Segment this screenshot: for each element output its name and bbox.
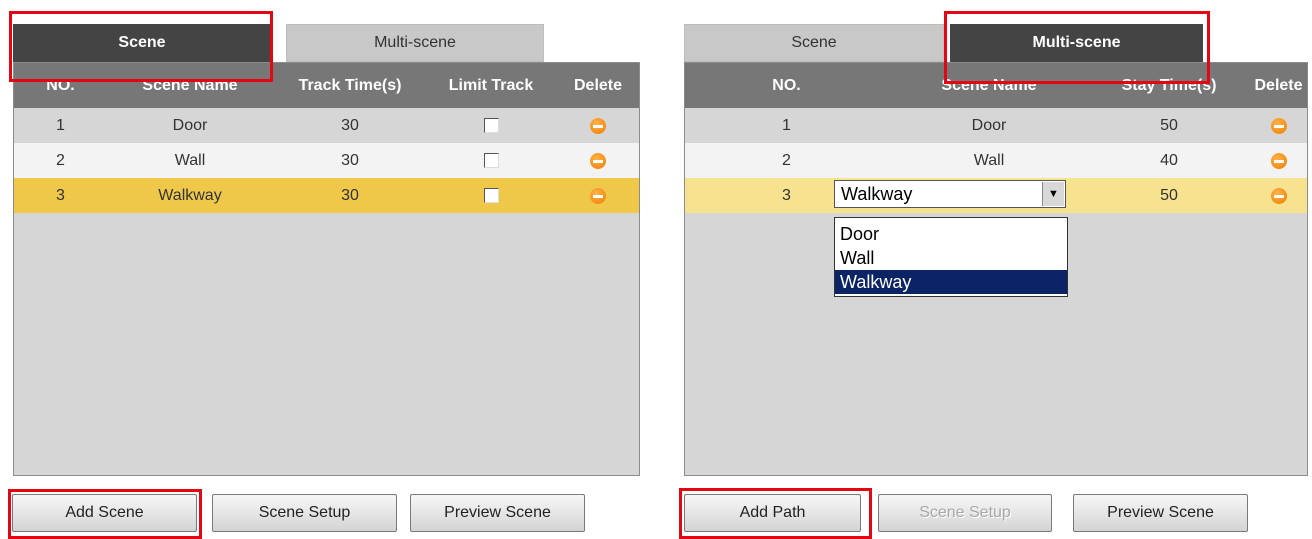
limit-track-cell [427,143,555,178]
row-stay-time: 40 [1160,151,1178,169]
delete-icon[interactable] [1270,187,1287,204]
tab-multi-scene[interactable]: Multi-scene [286,24,544,62]
col-scene-name: Scene Name [941,76,1037,94]
limit-track-cell [427,108,555,143]
tab-scene[interactable]: Scene [684,24,944,62]
add-scene-button[interactable]: Add Scene [12,494,197,532]
table-row[interactable]: 2 Wall 30 [14,143,639,178]
delete-cell [1248,143,1309,178]
table-row[interactable]: 2 Wall 40 [685,143,1307,178]
col-stay-time: Stay Time(s) [1121,76,1217,94]
dropdown-option-door[interactable]: Door [835,222,1067,246]
col-limit-track: Limit Track [448,76,534,94]
col-scene-name: Scene Name [142,76,238,94]
scene-name-select[interactable]: Walkway ▼ [834,180,1066,208]
table-row-selected[interactable]: 3 Walkway 30 [14,178,639,213]
row-no: 2 [782,151,791,169]
scene-setup-button: Scene Setup [878,494,1052,532]
tab-scene[interactable]: Scene [13,24,271,62]
delete-icon[interactable] [1270,117,1287,134]
delete-icon[interactable] [590,117,606,134]
col-no: NO. [46,76,75,94]
dropdown-arrow-icon[interactable]: ▼ [1042,182,1064,206]
row-track-time: 30 [341,186,359,204]
dropdown-option-wall[interactable]: Wall [835,246,1067,270]
limit-track-checkbox[interactable] [483,188,499,203]
delete-cell [1248,178,1309,213]
row-no: 3 [56,186,65,204]
row-scene-name: Door [172,116,208,134]
row-scene-name: Wall [174,151,206,169]
limit-track-cell [427,178,555,213]
row-scene-name: Walkway [158,186,222,204]
delete-cell [555,143,641,178]
row-track-time: 30 [341,116,359,134]
scene-name-select-value: Walkway [841,184,913,204]
delete-cell [1248,108,1309,143]
scene-table: NO. Scene Name Track Time(s) Limit Track… [13,62,640,476]
delete-cell [555,108,641,143]
delete-icon[interactable] [590,152,606,169]
table-row[interactable]: 1 Door 50 [685,108,1307,143]
table-header: NO. Scene Name Track Time(s) Limit Track… [14,63,639,108]
scene-setup-button[interactable]: Scene Setup [212,494,397,532]
preview-scene-button[interactable]: Preview Scene [410,494,585,532]
limit-track-checkbox[interactable] [483,153,499,168]
table-header: NO. Scene Name Stay Time(s) Delete [685,63,1307,108]
tab-multi-scene[interactable]: Multi-scene [950,24,1203,62]
row-stay-time: 50 [1160,116,1178,134]
col-delete: Delete [1254,76,1303,94]
row-no: 1 [782,116,791,134]
scene-name-dropdown: Door Wall Walkway [834,217,1068,297]
dropdown-option-walkway[interactable]: Walkway [835,270,1067,294]
scene-panel: Scene Multi-scene NO. Scene Name Track T… [0,0,645,539]
delete-icon[interactable] [1270,152,1287,169]
preview-scene-button[interactable]: Preview Scene [1073,494,1248,532]
limit-track-checkbox[interactable] [483,118,499,133]
row-scene-name: Wall [973,151,1005,169]
row-track-time: 30 [341,151,359,169]
col-no: NO. [772,76,801,94]
table-row[interactable]: 1 Door 30 [14,108,639,143]
add-path-button[interactable]: Add Path [684,494,861,532]
row-scene-name: Door [971,116,1007,134]
col-delete: Delete [573,76,623,94]
row-no: 2 [56,151,65,169]
delete-cell [555,178,641,213]
row-stay-time: 50 [1160,186,1178,204]
row-no: 1 [56,116,65,134]
delete-icon[interactable] [590,187,606,204]
col-track-time: Track Time(s) [298,76,402,94]
